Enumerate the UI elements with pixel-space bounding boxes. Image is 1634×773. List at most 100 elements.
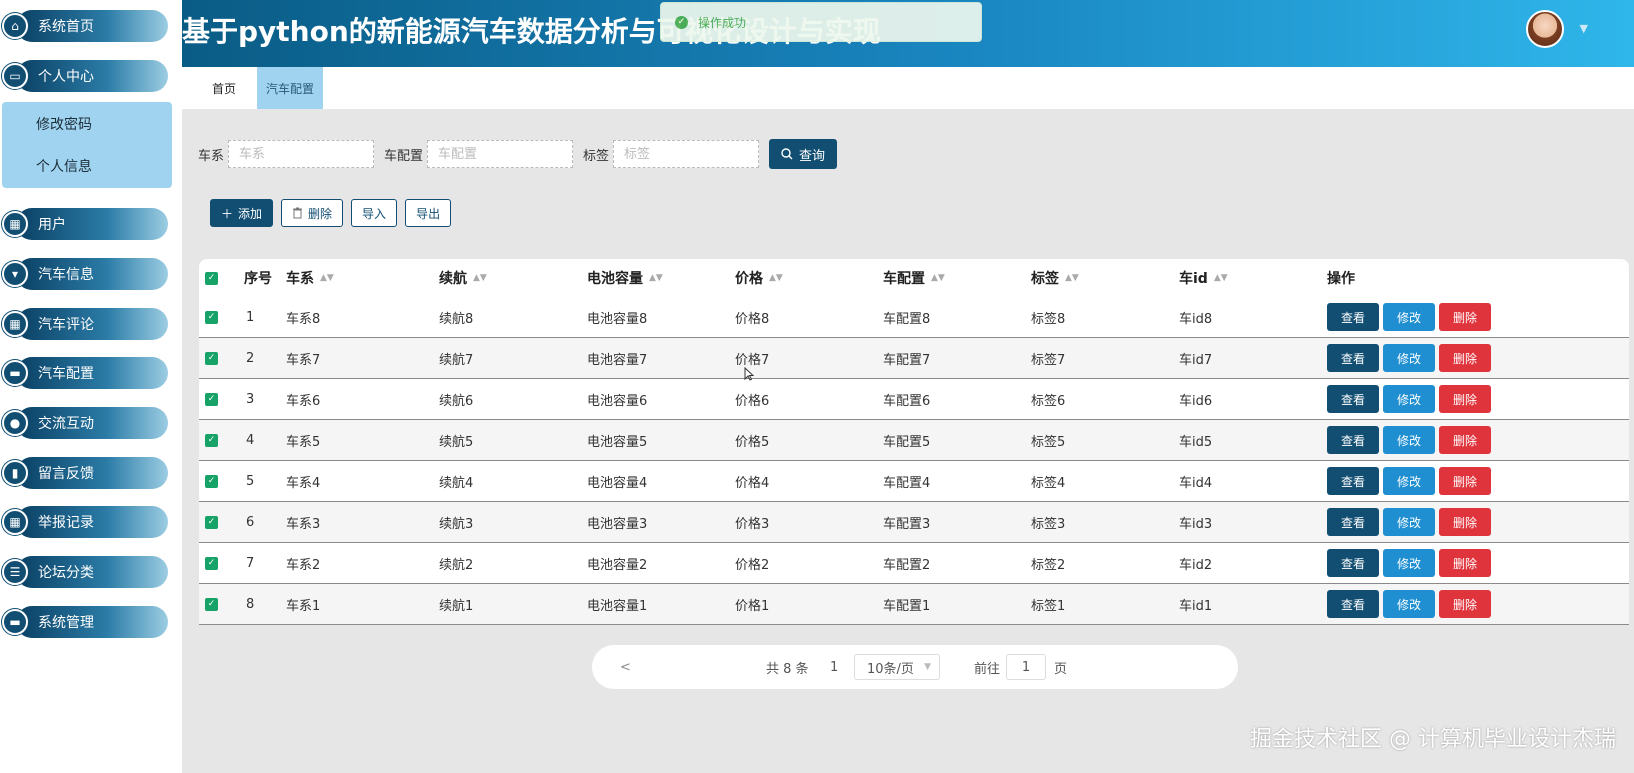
header-series[interactable]: 车系 ▲▼ [286,259,334,297]
view-button[interactable]: 查看 [1327,467,1379,495]
row-checkbox[interactable]: ✓ [205,379,218,419]
sort-icon[interactable]: ▲▼ [473,273,487,283]
view-button[interactable]: 查看 [1327,590,1379,618]
sidebar-item-6[interactable]: ● 交流互动 [2,405,168,441]
edit-button[interactable]: 修改 [1383,344,1435,372]
edit-button[interactable]: 修改 [1383,508,1435,536]
table-row[interactable]: ✓ 8 车系1 续航1 电池容量1 价格1 车配置1 标签1 车id1 查看 修改 删除 [199,584,1629,625]
delete-button[interactable]: 删除 [1439,467,1491,495]
sidebar-item-1[interactable]: ▭ 个人中心 [2,58,168,94]
header-carid[interactable]: 车id ▲▼ [1179,259,1228,297]
watermark-text: 掘金技术社区 @ 计算机毕业设计杰瑞 [1250,727,1616,752]
add-button[interactable]: ＋ 添加 [210,199,274,227]
delete-button[interactable]: 删除 [1439,303,1491,331]
pagination: < 共 8 条 1 10条/页 ▼ 前往 1 页 [592,645,1238,689]
sort-icon[interactable]: ▲▼ [1065,273,1079,283]
sidebar-item-9[interactable]: ☰ 论坛分类 [2,554,168,590]
delete-button[interactable]: 删除 [1439,549,1491,577]
sort-icon[interactable]: ▲▼ [769,273,783,283]
view-button[interactable]: 查看 [1327,344,1379,372]
sidebar-item-label: 汽车评论 [38,317,94,333]
row-checkbox[interactable]: ✓ [205,543,218,583]
sidebar-item-7[interactable]: ▮ 留言反馈 [2,455,168,491]
header-label: 电池容量 [587,271,643,287]
query-button[interactable]: 查询 [769,139,838,169]
config-filter-input[interactable] [427,140,574,168]
view-button[interactable]: 查看 [1327,303,1379,331]
bulk-delete-button[interactable]: 删除 [281,199,344,227]
cell-price: 价格4 [735,475,770,491]
edit-button[interactable]: 修改 [1383,467,1435,495]
header-range[interactable]: 续航 ▲▼ [439,259,487,297]
sort-icon[interactable]: ▲▼ [1214,273,1228,283]
view-button[interactable]: 查看 [1327,385,1379,413]
header-tag[interactable]: 标签 ▲▼ [1031,259,1079,297]
cell-price: 价格3 [735,516,770,532]
tab-home[interactable]: 首页 [198,67,250,109]
row-checkbox[interactable]: ✓ [205,502,218,542]
sidebar-item-8[interactable]: ▦ 举报记录 [2,504,168,540]
cell-price: 价格8 [735,311,770,327]
delete-button[interactable]: 删除 [1439,590,1491,618]
row-checkbox[interactable]: ✓ [205,461,218,501]
sidebar-item-10[interactable]: ▬ 系统管理 [2,604,168,640]
header-price[interactable]: 价格 ▲▼ [735,259,783,297]
cell-config: 车配置4 [883,475,931,491]
table-row[interactable]: ✓ 1 车系8 续航8 电池容量8 价格8 车配置8 标签8 车id8 查看 修改 删除 [199,297,1629,338]
export-button[interactable]: 导出 [405,199,452,227]
prev-page-button[interactable]: < [620,660,631,675]
cell-carid: 车id2 [1179,557,1213,573]
edit-button[interactable]: 修改 [1383,426,1435,454]
view-button[interactable]: 查看 [1327,549,1379,577]
sort-icon[interactable]: ▲▼ [931,273,945,283]
sidebar-item-2[interactable]: ▦ 用户 [2,206,168,242]
view-button[interactable]: 查看 [1327,426,1379,454]
cell-series: 车系7 [286,352,321,368]
edit-button[interactable]: 修改 [1383,385,1435,413]
edit-button[interactable]: 修改 [1383,303,1435,331]
sort-icon[interactable]: ▲▼ [649,273,663,283]
cell-tag: 标签5 [1031,434,1066,450]
sidebar-item-label: 交流互动 [38,416,94,432]
sidebar-item-5[interactable]: ▬ 汽车配置 [2,355,168,391]
edit-button[interactable]: 修改 [1383,590,1435,618]
import-button[interactable]: 导入 [351,199,398,227]
cell-carid: 车id3 [1179,516,1213,532]
table-row[interactable]: ✓ 2 车系7 续航7 电池容量7 价格7 车配置7 标签7 车id7 查看 修改 删除 [199,338,1629,379]
table-row[interactable]: ✓ 7 车系2 续航2 电池容量2 价格2 车配置2 标签2 车id2 查看 修改 删除 [199,543,1629,584]
edit-button[interactable]: 修改 [1383,549,1435,577]
submenu-item-0[interactable]: 修改密码 [36,114,92,134]
header-battery[interactable]: 电池容量 ▲▼ [587,259,663,297]
header-config[interactable]: 车配置 ▲▼ [883,259,945,297]
sidebar-item-label: 汽车配置 [38,366,94,382]
user-avatar[interactable] [1526,10,1564,48]
table-row[interactable]: ✓ 4 车系5 续航5 电池容量5 价格5 车配置5 标签5 车id5 查看 修改 删除 [199,420,1629,461]
delete-button[interactable]: 删除 [1439,508,1491,536]
view-button[interactable]: 查看 [1327,508,1379,536]
sidebar-item-3[interactable]: ▾ 汽车信息 [2,256,168,292]
sidebar-item-4[interactable]: ▦ 汽车评论 [2,306,168,342]
page-size-select[interactable]: 10条/页 ▼ [854,654,940,680]
table-row[interactable]: ✓ 6 车系3 续航3 电池容量3 价格3 车配置3 标签3 车id3 查看 修改 删除 [199,502,1629,543]
page-number-1[interactable]: 1 [830,660,838,675]
row-checkbox[interactable]: ✓ [205,420,218,460]
delete-button[interactable]: 删除 [1439,385,1491,413]
chevron-down-icon[interactable]: ▼ [1580,22,1588,35]
series-filter-input[interactable] [228,140,375,168]
tag-filter-input[interactable] [613,140,760,168]
submenu-item-1[interactable]: 个人信息 [36,156,92,176]
row-checkbox[interactable]: ✓ [205,297,218,337]
sidebar-item-0[interactable]: ⌂ 系统首页 [2,8,168,44]
table-row[interactable]: ✓ 5 车系4 续航4 电池容量4 价格4 车配置4 标签4 车id4 查看 修改 删除 [199,461,1629,502]
row-checkbox[interactable]: ✓ [205,584,218,624]
grid-icon: ▦ [2,509,28,535]
delete-button[interactable]: 删除 [1439,426,1491,454]
tab-car-config[interactable]: 汽车配置 [257,67,323,109]
sort-icon[interactable]: ▲▼ [320,273,334,283]
cell-range: 续航5 [439,434,474,450]
table-row[interactable]: ✓ 3 车系6 续航6 电池容量6 价格6 车配置6 标签6 车id6 查看 修改 删除 [199,379,1629,420]
delete-button[interactable]: 删除 [1439,344,1491,372]
row-checkbox[interactable]: ✓ [205,338,218,378]
select-all-checkbox[interactable]: ✓ [205,259,218,297]
goto-page-input[interactable]: 1 [1006,654,1046,680]
